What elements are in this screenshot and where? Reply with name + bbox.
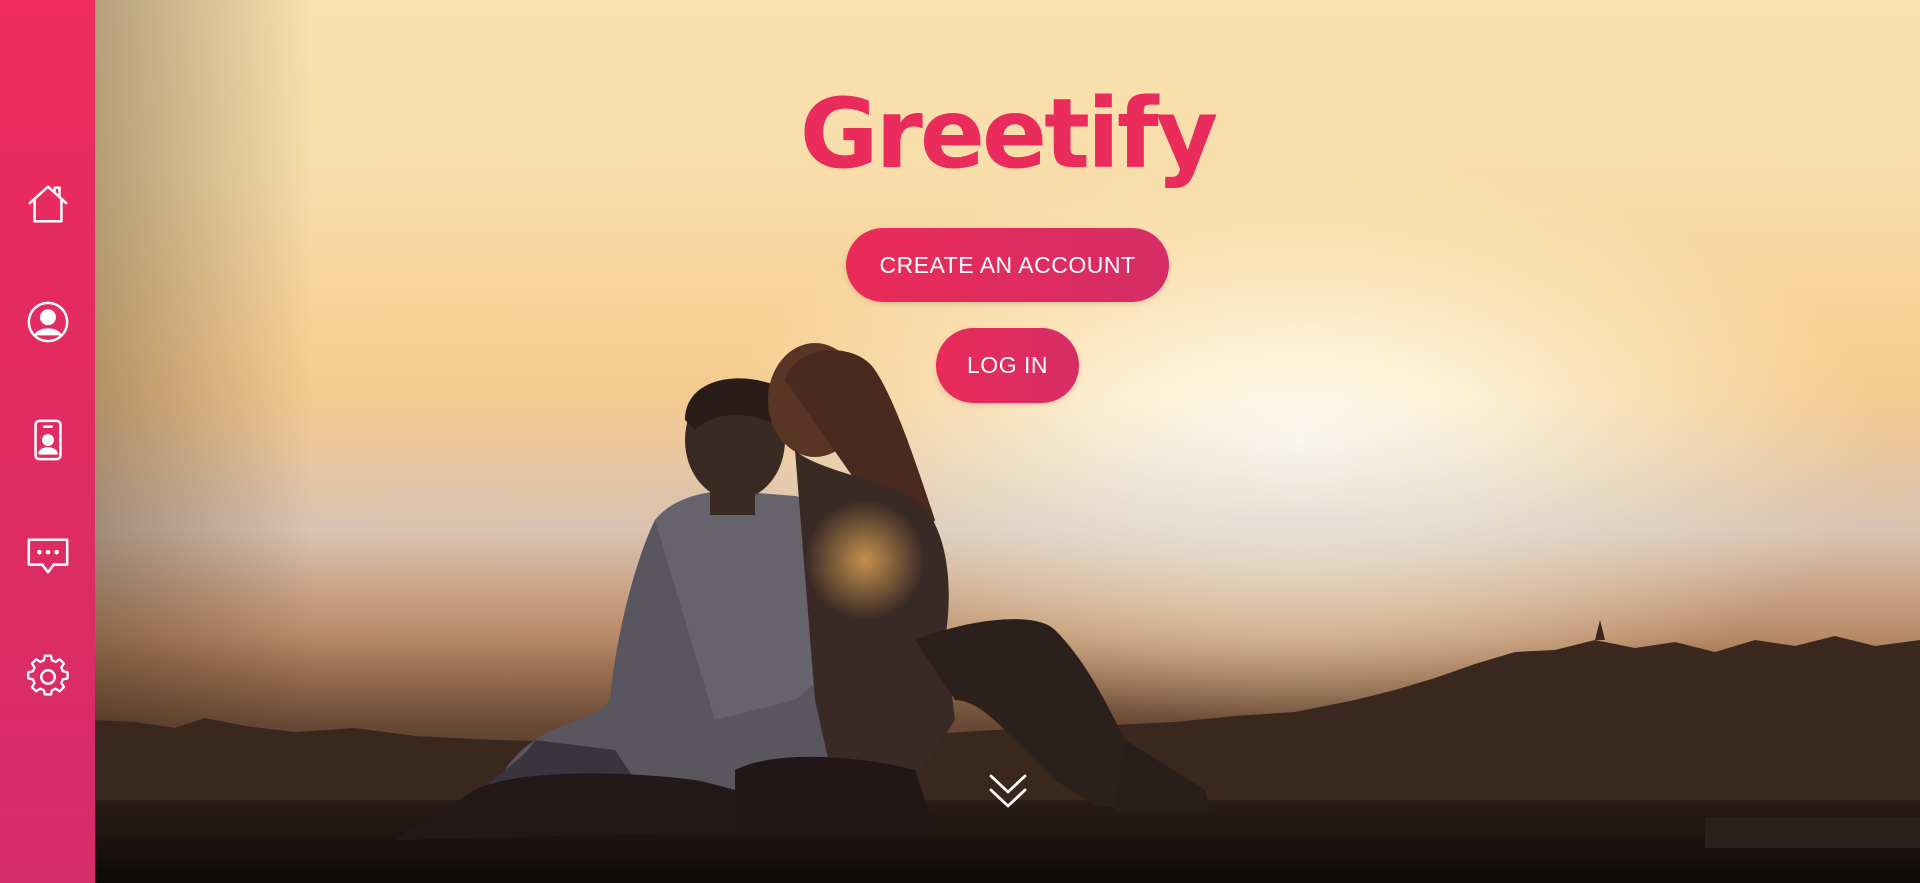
id-badge-icon	[25, 417, 71, 467]
brand-logo: Greetify	[799, 78, 1219, 190]
sidebar-item-settings[interactable]	[0, 648, 95, 708]
hero-section: Greetify CREATE AN ACCOUNT LOG IN	[95, 0, 1920, 883]
sidebar-nav	[0, 0, 95, 883]
sidebar-item-home[interactable]	[0, 176, 95, 236]
sidebar-item-messages[interactable]	[0, 528, 95, 588]
chat-bubble-icon	[25, 533, 71, 583]
landing-page: Greetify CREATE AN ACCOUNT LOG IN	[0, 0, 1920, 883]
double-chevron-down-icon[interactable]	[985, 770, 1031, 814]
create-account-button[interactable]: CREATE AN ACCOUNT	[846, 228, 1169, 302]
login-button[interactable]: LOG IN	[936, 328, 1079, 403]
sidebar-item-profile[interactable]	[0, 294, 95, 354]
user-circle-icon	[25, 299, 71, 349]
home-icon	[25, 181, 71, 231]
gear-icon	[25, 653, 71, 703]
sidebar-item-contacts[interactable]	[0, 412, 95, 472]
